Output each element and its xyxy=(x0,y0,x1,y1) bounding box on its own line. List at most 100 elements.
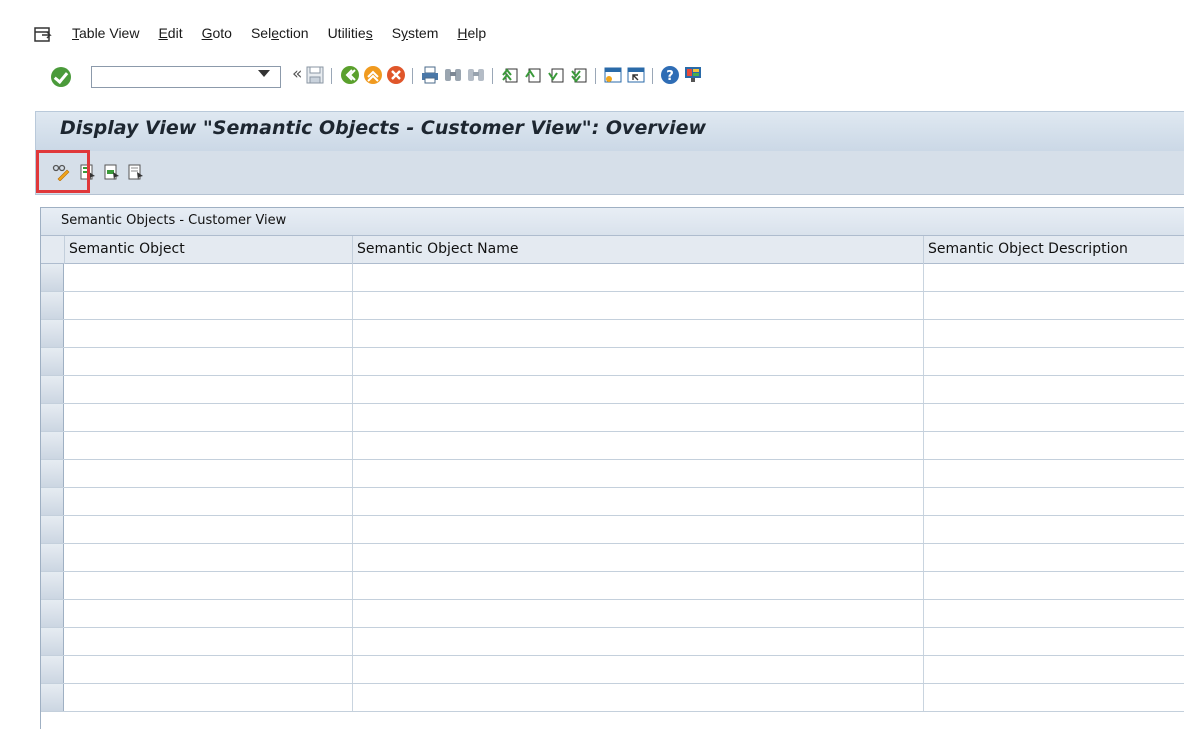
table-cell[interactable] xyxy=(65,320,353,347)
table-cell[interactable] xyxy=(65,544,353,571)
table-cell[interactable] xyxy=(353,488,924,515)
row-selector[interactable] xyxy=(41,488,64,515)
table-cell[interactable] xyxy=(65,376,353,403)
table-row[interactable] xyxy=(41,488,1184,516)
table-cell[interactable] xyxy=(65,488,353,515)
table-row[interactable] xyxy=(41,544,1184,572)
table-cell[interactable] xyxy=(924,684,1184,711)
table-cell[interactable] xyxy=(65,600,353,627)
table-cell[interactable] xyxy=(924,600,1184,627)
table-row[interactable] xyxy=(41,628,1184,656)
table-cell[interactable] xyxy=(65,656,353,683)
table-cell[interactable] xyxy=(353,348,924,375)
table-cell[interactable] xyxy=(353,544,924,571)
row-selector[interactable] xyxy=(41,376,64,403)
table-cell[interactable] xyxy=(65,432,353,459)
shortcut-icon[interactable] xyxy=(626,65,646,85)
table-cell[interactable] xyxy=(65,684,353,711)
table-row[interactable] xyxy=(41,572,1184,600)
menu-item[interactable]: Table View xyxy=(72,25,139,41)
table-cell[interactable] xyxy=(353,264,924,291)
table-cell[interactable] xyxy=(65,460,353,487)
row-selector[interactable] xyxy=(41,684,64,711)
row-selector[interactable] xyxy=(41,544,64,571)
row-selector[interactable] xyxy=(41,516,64,543)
find-next-icon[interactable] xyxy=(466,65,486,85)
table-cell[interactable] xyxy=(924,376,1184,403)
table-row[interactable] xyxy=(41,600,1184,628)
table-row[interactable] xyxy=(41,432,1184,460)
previous-page-icon[interactable] xyxy=(523,65,543,85)
find-icon[interactable] xyxy=(443,65,463,85)
table-cell[interactable] xyxy=(924,292,1184,319)
table-cell[interactable] xyxy=(353,684,924,711)
table-cell[interactable] xyxy=(924,656,1184,683)
exit-icon[interactable] xyxy=(363,65,383,85)
table-row[interactable] xyxy=(41,516,1184,544)
table-cell[interactable] xyxy=(924,572,1184,599)
help-icon[interactable]: ? xyxy=(660,65,680,85)
table-row[interactable] xyxy=(41,460,1184,488)
table-row[interactable] xyxy=(41,264,1184,292)
next-page-icon[interactable] xyxy=(546,65,566,85)
back-icon[interactable] xyxy=(340,65,360,85)
select-block-icon[interactable] xyxy=(103,163,121,181)
table-row[interactable] xyxy=(41,348,1184,376)
row-selector[interactable] xyxy=(41,656,64,683)
table-cell[interactable] xyxy=(924,348,1184,375)
menu-item[interactable]: Edit xyxy=(158,25,182,41)
table-cell[interactable] xyxy=(353,656,924,683)
row-selector[interactable] xyxy=(41,320,64,347)
enter-icon[interactable] xyxy=(51,67,71,87)
table-cell[interactable] xyxy=(353,320,924,347)
customize-layout-icon[interactable] xyxy=(683,65,703,85)
menu-item[interactable]: Utilities xyxy=(328,25,373,41)
table-cell[interactable] xyxy=(353,292,924,319)
row-selector[interactable] xyxy=(41,348,64,375)
column-header[interactable]: Semantic Object Name xyxy=(353,236,924,264)
table-cell[interactable] xyxy=(353,460,924,487)
table-cell[interactable] xyxy=(65,404,353,431)
row-selector[interactable] xyxy=(41,572,64,599)
select-all-rows-cell[interactable] xyxy=(41,236,65,264)
row-selector[interactable] xyxy=(41,404,64,431)
table-row[interactable] xyxy=(41,292,1184,320)
table-row[interactable] xyxy=(41,684,1184,712)
table-cell[interactable] xyxy=(65,292,353,319)
table-cell[interactable] xyxy=(65,628,353,655)
create-session-icon[interactable] xyxy=(603,65,623,85)
print-icon[interactable] xyxy=(420,65,440,85)
table-row[interactable] xyxy=(41,404,1184,432)
last-page-icon[interactable] xyxy=(569,65,589,85)
table-cell[interactable] xyxy=(353,376,924,403)
row-selector[interactable] xyxy=(41,264,64,291)
table-row[interactable] xyxy=(41,320,1184,348)
command-field-dropdown-icon[interactable] xyxy=(258,70,270,77)
table-cell[interactable] xyxy=(65,348,353,375)
deselect-all-icon[interactable] xyxy=(127,163,145,181)
collapse-chevron[interactable]: « xyxy=(292,64,302,84)
row-selector[interactable] xyxy=(41,600,64,627)
table-cell[interactable] xyxy=(924,320,1184,347)
column-header[interactable]: Semantic Object Description xyxy=(924,236,1184,264)
table-cell[interactable] xyxy=(924,628,1184,655)
menu-icon[interactable] xyxy=(34,27,52,43)
menu-item[interactable]: Help xyxy=(457,25,486,41)
command-field[interactable] xyxy=(91,66,281,88)
menu-item[interactable]: System xyxy=(392,25,439,41)
menu-item[interactable]: Selection xyxy=(251,25,309,41)
table-cell[interactable] xyxy=(353,600,924,627)
table-cell[interactable] xyxy=(65,264,353,291)
row-selector[interactable] xyxy=(41,628,64,655)
table-cell[interactable] xyxy=(353,628,924,655)
table-cell[interactable] xyxy=(65,572,353,599)
table-cell[interactable] xyxy=(353,432,924,459)
table-row[interactable] xyxy=(41,656,1184,684)
row-selector[interactable] xyxy=(41,460,64,487)
table-cell[interactable] xyxy=(353,404,924,431)
column-header[interactable]: Semantic Object xyxy=(65,236,353,264)
table-cell[interactable] xyxy=(924,404,1184,431)
table-cell[interactable] xyxy=(924,488,1184,515)
row-selector[interactable] xyxy=(41,292,64,319)
menu-item[interactable]: Goto xyxy=(202,25,232,41)
